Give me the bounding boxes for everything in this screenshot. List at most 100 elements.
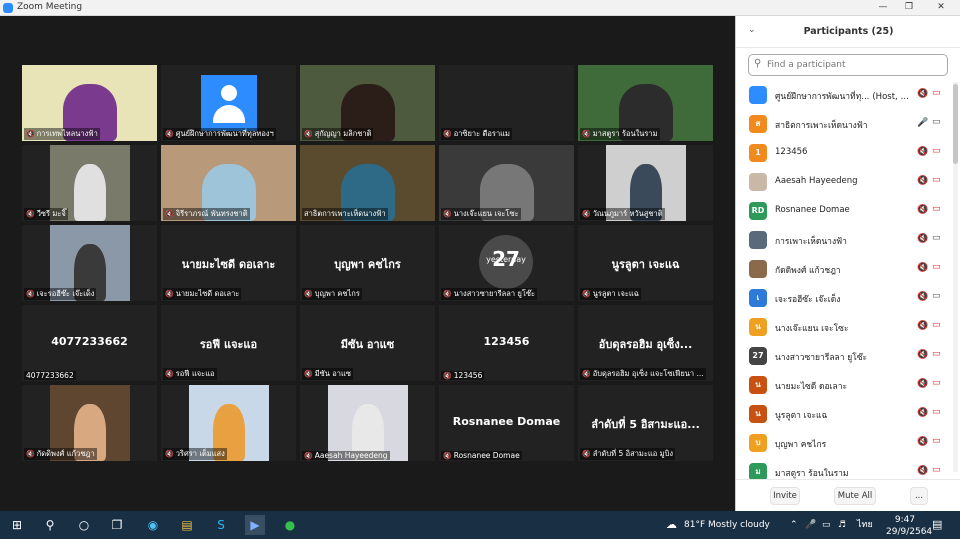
camera-off-icon[interactable]: ▭ — [932, 204, 941, 214]
video-tile[interactable]: yesterday 27 🔇 นางสาวซายารีลลา ยูโซ๊ะ — [439, 225, 574, 301]
video-tile[interactable]: นายมะไซดี ดอเลาะ 🔇 นายมะไซดี ดอเลาะ — [161, 225, 296, 301]
camera-off-icon[interactable]: ▭ — [932, 465, 941, 475]
maximize-button[interactable]: ❐ — [902, 1, 916, 14]
participant-row[interactable]: RD Rosnanee Domae 🔇 ▭ — [736, 198, 960, 227]
video-tile[interactable]: 🔇 จิรีราภรณ์ พันทรงชาติ — [161, 145, 296, 221]
muted-mic-icon[interactable]: 🔇 — [917, 321, 928, 331]
participant-row[interactable]: กัดดิพงศ์ แก้วชฎา 🔇 ▭ — [736, 256, 960, 285]
video-tile[interactable]: อับดุลรอฮิม อุเซ็ง... 🔇 อับดุลรอฮิม อุเซ็ง… — [578, 305, 713, 381]
participant-avatar — [749, 173, 767, 191]
muted-mic-icon[interactable]: 🔇 — [917, 89, 928, 99]
camera-off-icon[interactable]: ▭ — [932, 88, 941, 98]
video-tile[interactable]: 🔇 สุกัญญา มลิกชาติ — [300, 65, 435, 141]
participant-row[interactable]: ม มาสตูรา ร้อนในราม 🔇 ▭ — [736, 459, 960, 479]
camera-off-icon[interactable]: ▭ — [932, 175, 941, 185]
file-explorer-icon[interactable]: ▤ — [177, 515, 197, 535]
muted-mic-icon[interactable]: 🔇 — [917, 147, 928, 157]
video-tile[interactable]: สาธิตการเพาะเห็ดนางฟ้า — [300, 145, 435, 221]
participant-row[interactable]: เ เจะรอฮีซ๊ะ เจ๊ะเด็ง 🔇 ▭ — [736, 285, 960, 314]
video-tile[interactable]: 🔇 เจะรอฮีซ๊ะ เจ๊ะเด็ง — [22, 225, 157, 301]
video-tile[interactable]: 123456 🔇 123456 — [439, 305, 574, 381]
search-icon[interactable]: ⚲ — [40, 515, 60, 535]
line-app-icon[interactable]: ● — [280, 515, 300, 535]
camera-off-icon[interactable]: ▭ — [932, 378, 941, 388]
video-tile[interactable]: มีซัน อาแซ 🔇 มีซัน อาแซ — [300, 305, 435, 381]
muted-mic-icon[interactable]: 🔇 — [917, 379, 928, 389]
video-tile[interactable]: 🔇 วีซรี มะจิ๊ — [22, 145, 157, 221]
input-language[interactable]: ไทย — [857, 511, 873, 539]
task-view-icon[interactable]: ❐ — [107, 515, 127, 535]
participant-row[interactable]: น นายมะไซดี ดอเลาะ 🔇 ▭ — [736, 372, 960, 401]
participant-row[interactable]: 27 นางสาวซายารีลลา ยูโซ๊ะ 🔇 ▭ — [736, 343, 960, 372]
participant-row[interactable]: การเพาะเห็ดนางฟ้า 🔇 ▭ — [736, 227, 960, 256]
video-tile[interactable]: ลำดับที่ 5 อิสามะแอ... 🔇 ลำดับที่ 5 อิสามะ… — [578, 385, 713, 461]
video-tile[interactable]: 4077233662 4077233662 — [22, 305, 157, 381]
edge-browser-icon[interactable]: ◉ — [143, 515, 163, 535]
volume-icon[interactable]: ♬ — [838, 511, 846, 539]
muted-mic-icon: 🔇 — [165, 370, 174, 378]
muted-mic-icon[interactable]: 🔇 — [917, 234, 928, 244]
video-tile[interactable]: 🔇 ศูนย์ฝึกษาการพัฒนาที่ทุลทองฯ — [161, 65, 296, 141]
participant-name: บุญพา คชไกร — [775, 437, 915, 451]
camera-icon[interactable]: ▭ — [932, 291, 941, 301]
camera-icon[interactable]: ▭ — [932, 117, 941, 127]
muted-mic-icon[interactable]: 🔇 — [917, 350, 928, 360]
close-button[interactable]: ✕ — [934, 1, 948, 14]
participant-row[interactable]: บ บุญพา คชไกร 🔇 ▭ — [736, 430, 960, 459]
zoom-taskbar-icon[interactable]: ▶ — [245, 515, 265, 535]
video-tile[interactable]: 🔇 กัดดิพงศ์ แก้วชฎา — [22, 385, 157, 461]
camera-icon[interactable]: ▭ — [932, 233, 941, 243]
video-tile[interactable]: Rosnanee Domae 🔇 Rosnanee Domae — [439, 385, 574, 461]
network-icon[interactable]: ▭ — [822, 511, 831, 539]
participant-display-name: 123456 — [483, 335, 530, 348]
video-tile[interactable]: 🔇 มาสตูรา ร้อนในราม — [578, 65, 713, 141]
mic-icon[interactable]: 🎤 — [917, 118, 928, 128]
participant-row[interactable]: น นางเจ๊ะแยน เจะโซะ 🔇 ▭ — [736, 314, 960, 343]
video-tile[interactable]: 🔇 การเทพไหลนางฟ้า — [22, 65, 157, 141]
more-options-button[interactable]: ... — [910, 487, 928, 505]
video-tile[interactable]: บุญพา คชไกร 🔇 บุญพา คชไกร — [300, 225, 435, 301]
participant-search-input[interactable] — [767, 57, 945, 73]
participant-row[interactable]: ส สาธิตการเพาะเห็ดนางฟ้า 🎤 ▭ — [736, 111, 960, 140]
muted-mic-icon[interactable]: 🔇 — [917, 437, 928, 447]
windows-start-icon[interactable]: ⊞ — [7, 515, 27, 535]
video-tile[interactable]: 🔇 นางเจ๊ะแยน เจะโซะ — [439, 145, 574, 221]
muted-mic-icon[interactable]: 🔇 — [917, 408, 928, 418]
participants-panel: ⌄ Participants (25) ⚲ ศูนย์ฝึกษาการพัฒนา… — [735, 16, 960, 511]
muted-mic-icon[interactable]: 🔇 — [917, 292, 928, 302]
video-tile[interactable]: นูรลูตา เจะแฉ 🔇 นูรลูตา เจะแฉ — [578, 225, 713, 301]
video-tile[interactable]: รอฟี แจะแอ 🔇 รอฟี แจะแอ — [161, 305, 296, 381]
muted-mic-icon: 🔇 — [165, 450, 174, 458]
video-tile[interactable]: 🔇 วริศรา เต็มแสง — [161, 385, 296, 461]
participant-list-scrollbar[interactable] — [953, 82, 958, 472]
participant-row[interactable]: ศูนย์ฝึกษาการพัฒนาที่ทุ... (Host, me) 🔇 ▭ — [736, 82, 960, 111]
participant-row[interactable]: 1 123456 🔇 ▭ — [736, 140, 960, 169]
camera-off-icon[interactable]: ▭ — [932, 320, 941, 330]
skype-icon[interactable]: S — [211, 515, 231, 535]
muted-mic-icon[interactable]: 🔇 — [917, 263, 928, 273]
video-tile[interactable]: 🔇 วัณนภูมาร์ หวันสูชาติ — [578, 145, 713, 221]
participant-search[interactable]: ⚲ — [748, 54, 948, 76]
participant-row[interactable]: น นูรลูตา เจะแฉ 🔇 ▭ — [736, 401, 960, 430]
participant-row[interactable]: Aaesah Hayeedeng 🔇 ▭ — [736, 169, 960, 198]
invite-button[interactable]: Invite — [770, 487, 800, 505]
show-hidden-icons-icon[interactable]: ⌃ — [790, 511, 798, 539]
camera-off-icon[interactable]: ▭ — [932, 349, 941, 359]
camera-off-icon[interactable]: ▭ — [932, 146, 941, 156]
scrollbar-thumb[interactable] — [953, 84, 958, 164]
muted-mic-icon[interactable]: 🔇 — [917, 176, 928, 186]
notifications-icon[interactable]: ▤ — [932, 511, 942, 539]
muted-mic-icon[interactable]: 🔇 — [917, 205, 928, 215]
clock[interactable]: 9:47 29/9/2564 — [886, 514, 932, 537]
camera-off-icon[interactable]: ▭ — [932, 436, 941, 446]
weather-text[interactable]: 81°F Mostly cloudy — [684, 511, 770, 539]
video-tile[interactable]: 🔇 อาซิยาะ ดือราแม — [439, 65, 574, 141]
video-tile[interactable]: 🔇 Aaesah Hayeedeng — [300, 385, 435, 461]
muted-mic-icon[interactable]: 🔇 — [917, 466, 928, 476]
cortana-icon[interactable]: ○ — [74, 515, 94, 535]
camera-off-icon[interactable]: ▭ — [932, 262, 941, 272]
mute-all-button[interactable]: Mute All — [834, 487, 876, 505]
camera-off-icon[interactable]: ▭ — [932, 407, 941, 417]
minimize-button[interactable]: — — [876, 1, 890, 14]
microphone-tray-icon[interactable]: 🎤 — [805, 511, 816, 539]
